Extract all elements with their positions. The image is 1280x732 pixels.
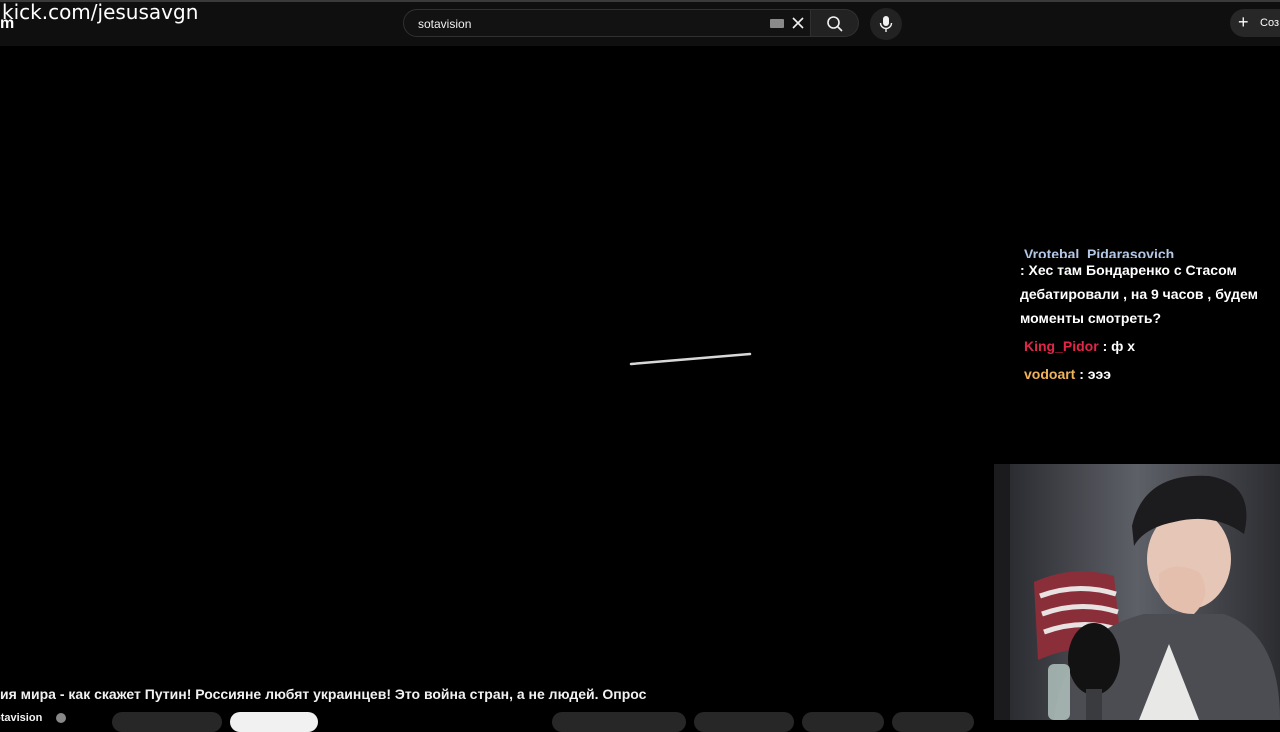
microphone-icon: [879, 16, 893, 32]
streamer-webcam: [994, 464, 1280, 720]
chat-message: vodoart : эээ: [1020, 362, 1280, 386]
chat-username: vodoart: [1024, 366, 1076, 382]
chat-username: King_Pidor: [1024, 338, 1099, 354]
stream-url-overlay-cut: m: [0, 15, 15, 32]
search-input[interactable]: [416, 16, 760, 32]
plus-icon: +: [1238, 12, 1249, 32]
chat-text: : ф х: [1102, 338, 1136, 354]
share-button[interactable]: [694, 712, 794, 732]
voice-search-button[interactable]: [870, 8, 902, 40]
create-label: Соз: [1260, 17, 1279, 29]
chat-message: : Хес там Бондаренко с Стасом дебатирова…: [1020, 258, 1280, 330]
video-player[interactable]: [0, 46, 994, 674]
search-button[interactable]: [811, 9, 859, 37]
stream-chat-overlay: Vrotebal_Pidarasovich : Хес там Бондарен…: [1020, 246, 1280, 386]
channel-name[interactable]: otavision: [0, 712, 42, 724]
video-title[interactable]: ия мира - как скажет Путин! Россияне люб…: [0, 686, 646, 702]
chat-username: Vrotebal_Pidarasovich: [1024, 246, 1175, 258]
loading-streak: [629, 352, 752, 366]
subscribe-button[interactable]: [230, 712, 318, 732]
chat-message: King_Pidor : ф х: [1020, 334, 1280, 358]
chat-text: : эээ: [1079, 366, 1111, 382]
webcam-image: [994, 464, 1280, 720]
chat-text: : Хес там Бондаренко с Стасом дебатирова…: [1020, 262, 1258, 326]
like-button[interactable]: [552, 712, 686, 732]
save-button[interactable]: [892, 712, 974, 732]
keyboard-icon[interactable]: [770, 19, 784, 28]
join-button[interactable]: [112, 712, 222, 732]
clear-search-icon[interactable]: [790, 15, 806, 31]
chat-message: Vrotebal_Pidarasovich: [1020, 242, 1280, 258]
verified-badge-icon: [56, 713, 66, 723]
stream-url-overlay: kick.com/jesusavgn: [2, 0, 199, 24]
create-button[interactable]: + Соз: [1230, 9, 1280, 37]
clip-button[interactable]: [802, 712, 884, 732]
search-box[interactable]: [403, 9, 811, 37]
search-icon: [827, 16, 843, 32]
chat-message-clipped: Vrotebal_Pidarasovich: [1020, 242, 1280, 258]
